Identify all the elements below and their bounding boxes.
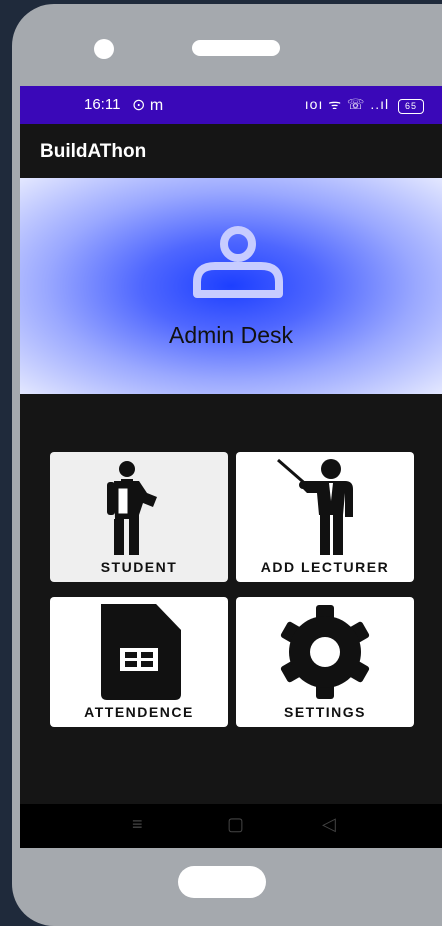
add-lecturer-tile[interactable]: ADD LECTURER bbox=[236, 452, 414, 582]
attendence-label: ATTENDENCE bbox=[84, 704, 194, 720]
status-time: 16:11 bbox=[84, 96, 121, 113]
notification-icons: ⊙ m bbox=[132, 97, 164, 114]
attendence-tile[interactable]: ATTENDENCE bbox=[50, 597, 228, 727]
document-table-icon bbox=[101, 604, 181, 700]
phone-home-button[interactable] bbox=[178, 866, 266, 898]
lecturer-icon bbox=[277, 458, 353, 555]
earpiece-speaker bbox=[192, 40, 280, 56]
battery-icon: 65 bbox=[398, 99, 424, 114]
phone-screen: 16:11 ⊙ m ıoı ᯤ ☏ ..ıl 65 BuildAThon Adm… bbox=[20, 86, 442, 848]
signal-wifi-icons: ıoı ᯤ ☏ ..ıl bbox=[304, 96, 390, 112]
android-nav-bar: ≡ ▢ ◁ bbox=[20, 804, 442, 848]
back-nav-button[interactable]: ◁ bbox=[322, 814, 336, 835]
student-tile[interactable]: STUDENT bbox=[50, 452, 228, 582]
front-camera bbox=[94, 39, 114, 59]
app-bar: BuildAThon bbox=[20, 124, 442, 178]
menu-nav-button[interactable]: ≡ bbox=[132, 814, 143, 835]
phone-frame: 16:11 ⊙ m ıoı ᯤ ☏ ..ıl 65 BuildAThon Adm… bbox=[12, 4, 442, 926]
settings-tile[interactable]: SETTINGS bbox=[236, 597, 414, 727]
status-bar: 16:11 ⊙ m ıoı ᯤ ☏ ..ıl 65 bbox=[20, 86, 442, 124]
system-status-icons: ıoı ᯤ ☏ ..ıl 65 bbox=[305, 95, 424, 114]
admin-hero-banner: Admin Desk bbox=[20, 178, 442, 394]
student-icon bbox=[107, 461, 157, 555]
gear-icon bbox=[280, 605, 370, 699]
settings-label: SETTINGS bbox=[283, 704, 366, 720]
home-nav-button[interactable]: ▢ bbox=[227, 814, 244, 835]
battery-level: 65 bbox=[404, 101, 417, 111]
add-lecturer-label: ADD LECTURER bbox=[260, 559, 390, 575]
person-icon bbox=[193, 226, 283, 298]
app-title: BuildAThon bbox=[40, 141, 147, 162]
student-label: STUDENT bbox=[100, 559, 178, 575]
hero-title: Admin Desk bbox=[169, 322, 293, 348]
